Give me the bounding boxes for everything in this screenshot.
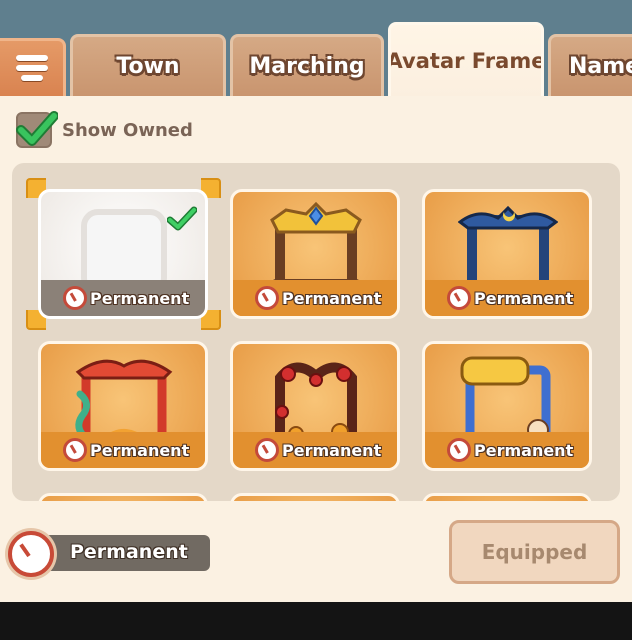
list-menu-icon <box>16 55 48 61</box>
selected-duration-info: Permanent <box>8 531 210 577</box>
clock-icon <box>255 286 279 310</box>
checkmark-icon <box>16 111 58 146</box>
frame-grid[interactable]: Permanent Permanent Permanent Permanent … <box>12 163 620 501</box>
clock-icon <box>255 438 279 462</box>
frame-card-blue-moon[interactable]: Permanent <box>422 189 592 319</box>
frame-card-partial[interactable] <box>422 493 592 501</box>
tab-marching[interactable]: Marching <box>230 34 384 96</box>
frame-card-gold-crown[interactable]: Permanent <box>230 189 400 319</box>
menu-button[interactable] <box>0 38 66 96</box>
clock-icon <box>447 286 471 310</box>
avatar-frame-panel: Show Owned Permanent Permanent Permanent… <box>0 96 632 602</box>
duration-bar: Permanent <box>425 280 589 316</box>
show-owned-label: Show Owned <box>62 119 193 141</box>
owned-check-icon <box>167 206 197 231</box>
tab-town[interactable]: Town <box>70 34 226 96</box>
frame-card-rose-heart[interactable]: Permanent <box>230 341 400 471</box>
tab-nameplate[interactable]: Nameplate <box>548 34 632 96</box>
duration-bar: Permanent <box>41 280 205 316</box>
frame-card-2026-new-year[interactable]: Permanent <box>422 341 592 471</box>
equipped-button[interactable]: Equipped <box>449 520 620 584</box>
tab-avatar-frame[interactable]: Avatar Frame <box>388 22 544 96</box>
tab-bar: Town Marching Avatar Frame Nameplate <box>0 0 632 96</box>
show-owned-checkbox[interactable] <box>16 111 58 148</box>
clock-icon <box>8 531 54 577</box>
duration-bar: Permanent <box>233 432 397 468</box>
show-owned-toggle[interactable]: Show Owned <box>16 111 193 148</box>
duration-bar: Permanent <box>41 432 205 468</box>
frame-card-partial[interactable] <box>38 493 208 501</box>
duration-bar: Permanent <box>425 432 589 468</box>
clock-icon <box>447 438 471 462</box>
frame-card-plain-white[interactable]: Permanent <box>38 189 208 319</box>
clock-icon <box>63 438 87 462</box>
frame-card-partial[interactable] <box>230 493 400 501</box>
duration-bar: Permanent <box>233 280 397 316</box>
frame-card-red-dragon[interactable]: Permanent <box>38 341 208 471</box>
clock-icon <box>63 286 87 310</box>
